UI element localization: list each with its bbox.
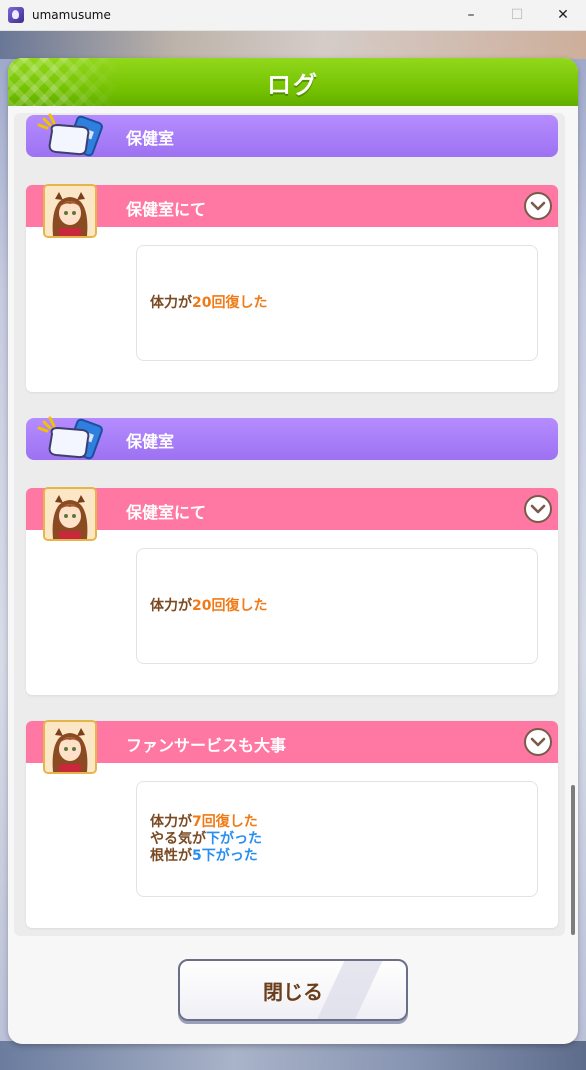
- app-icon: [8, 7, 24, 23]
- minimize-button[interactable]: –: [448, 0, 494, 31]
- effect-value: 20回復した: [192, 597, 268, 614]
- dialog-title: ログ: [267, 70, 319, 99]
- effect-value: 20回復した: [192, 294, 268, 311]
- effect-box: 体力が20回復した: [136, 245, 538, 361]
- close-window-button[interactable]: ✕: [540, 0, 586, 31]
- category-label: 保健室: [126, 432, 175, 451]
- log-dialog: ログ 保健室 保健室にて 体力が20回復した 保健室 保健室にて 体力が20回復…: [8, 58, 578, 1044]
- effect-stat: やる気が: [150, 830, 206, 847]
- effect-stat: 体力が: [150, 294, 192, 311]
- character-portrait: [43, 720, 97, 774]
- category-header: 保健室: [26, 113, 558, 157]
- window-controls: – ☐ ✕: [448, 0, 586, 31]
- effect-value: 5下がった: [192, 847, 258, 864]
- chevron-down-icon[interactable]: [524, 495, 552, 523]
- window-title: umamusume: [32, 8, 111, 22]
- infirmary-icon: [37, 416, 103, 460]
- effect-line: やる気が下がった: [150, 831, 537, 848]
- log-scrollbar[interactable]: [571, 113, 575, 936]
- event-title: ファンサービスも大事: [126, 736, 287, 755]
- close-button-label: 閉じる: [263, 979, 323, 1004]
- event-card: 保健室にて 体力が20回復した: [26, 185, 558, 392]
- effect-value: 下がった: [206, 830, 262, 847]
- effect-box: 体力が20回復した: [136, 548, 538, 664]
- effect-value: 7回復した: [192, 813, 258, 830]
- category-label: 保健室: [126, 129, 175, 148]
- event-title: 保健室にて: [126, 200, 207, 219]
- category-header: 保健室: [26, 416, 558, 460]
- chevron-down-icon[interactable]: [524, 192, 552, 220]
- effect-stat: 体力が: [150, 597, 192, 614]
- event-title: 保健室にて: [126, 503, 207, 522]
- header-pattern: [8, 58, 120, 106]
- character-portrait: [43, 487, 97, 541]
- background-top-band: [0, 31, 586, 59]
- effect-box: 体力が7回復した やる気が下がった 根性が5下がった: [136, 781, 538, 897]
- effect-stat: 根性が: [150, 847, 192, 864]
- scrollbar-thumb[interactable]: [571, 785, 575, 935]
- event-header[interactable]: 保健室にて: [26, 185, 558, 227]
- effect-line: 根性が5下がった: [150, 848, 537, 865]
- close-button[interactable]: 閉じる: [178, 959, 408, 1021]
- event-card: 保健室にて 体力が20回復した: [26, 488, 558, 695]
- effect-line: 体力が20回復した: [150, 295, 537, 312]
- log-list[interactable]: 保健室 保健室にて 体力が20回復した 保健室 保健室にて 体力が20回復した …: [14, 113, 565, 936]
- effect-line: 体力が20回復した: [150, 598, 537, 615]
- window-titlebar: umamusume – ☐ ✕: [0, 0, 586, 31]
- dialog-header: ログ: [8, 58, 578, 106]
- event-card: ファンサービスも大事 体力が7回復した やる気が下がった 根性が5下がった: [26, 721, 558, 928]
- event-header[interactable]: 保健室にて: [26, 488, 558, 530]
- chevron-down-icon[interactable]: [524, 728, 552, 756]
- maximize-button[interactable]: ☐: [494, 0, 540, 31]
- character-portrait: [43, 184, 97, 238]
- effect-line: 体力が7回復した: [150, 814, 537, 831]
- background-bottom-band: [0, 1041, 586, 1070]
- effect-stat: 体力が: [150, 813, 192, 830]
- event-header[interactable]: ファンサービスも大事: [26, 721, 558, 763]
- infirmary-icon: [37, 113, 103, 157]
